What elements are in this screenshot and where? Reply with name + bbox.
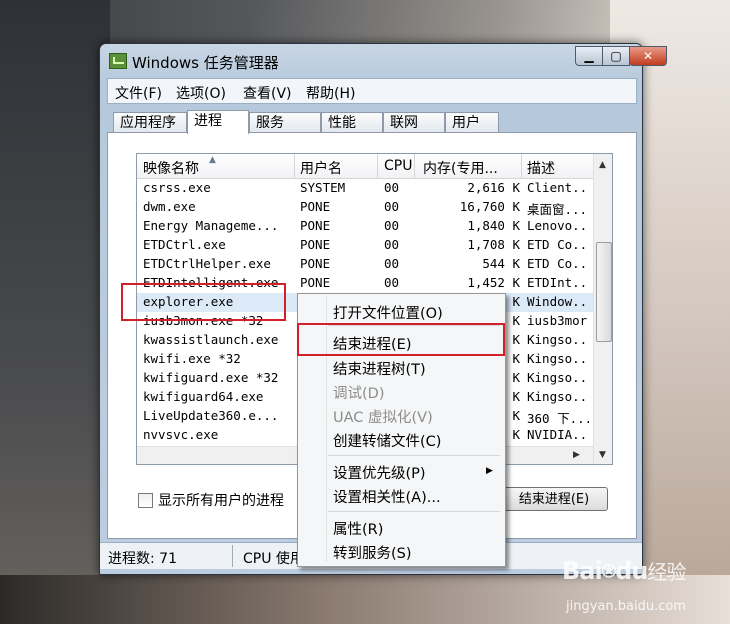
show-all-users-checkbox[interactable] <box>138 493 153 508</box>
process-name: kwassistlaunch.exe <box>143 332 279 347</box>
menu-go-to-service[interactable]: 转到服务(S) <box>333 542 412 563</box>
process-description: ETD Co... <box>527 237 589 252</box>
menu-uac-virtualization: UAC 虚拟化(V) <box>333 410 433 426</box>
menu-open-file-location[interactable]: 打开文件位置(O) <box>333 302 443 323</box>
tab-performance[interactable]: 性能 <box>321 112 383 132</box>
process-cpu: 00 <box>384 218 400 233</box>
tab-networking[interactable]: 联网 <box>383 112 445 132</box>
column-memory[interactable]: 内存(专用... <box>423 158 498 178</box>
process-description: Kingso... <box>527 389 589 404</box>
process-user: SYSTEM <box>300 180 346 195</box>
process-name: kwifi.exe *32 <box>143 351 241 366</box>
process-name: kwifiguard64.exe <box>143 389 264 404</box>
column-description[interactable]: 描述 <box>527 158 555 178</box>
process-description: iusb3mor <box>527 313 588 328</box>
background-left <box>0 0 110 624</box>
menu-help[interactable]: 帮助(H) <box>306 83 355 103</box>
tab-users[interactable]: 用户 <box>445 112 499 132</box>
process-cpu: 00 <box>384 199 400 214</box>
process-cpu: 00 <box>384 237 400 252</box>
process-memory: 1,452 K <box>467 275 520 290</box>
close-button[interactable]: ✕ <box>629 46 667 66</box>
menu-end-process-tree[interactable]: 结束进程树(T) <box>333 358 426 379</box>
process-name: csrss.exe <box>143 180 211 195</box>
scroll-up-icon[interactable]: ▲ <box>599 160 606 170</box>
baidu-watermark-logo: Bai⍟du经验 <box>562 557 686 585</box>
explorer-row-highlight <box>121 283 286 321</box>
table-row[interactable]: dwm.exe PONE 00 16,760 K 桌面窗... <box>137 198 593 217</box>
table-row[interactable]: csrss.exe SYSTEM 00 2,616 K Client... <box>137 179 593 198</box>
menu-bar: 文件(F) 选项(O) 查看(V) 帮助(H) <box>107 78 637 104</box>
process-cpu: 00 <box>384 180 400 195</box>
process-description: Window... <box>527 294 589 309</box>
scroll-down-icon[interactable]: ▼ <box>599 450 606 460</box>
process-description: Client... <box>527 180 589 195</box>
process-description: ETDInt... <box>527 275 589 290</box>
watermark-url: jingyan.baidu.com <box>566 599 686 614</box>
process-name: LiveUpdate360.e... <box>143 408 279 423</box>
process-name: nvvsvc.exe <box>143 427 219 442</box>
vertical-scrollbar[interactable]: ▲ ▼ <box>593 154 612 464</box>
title-bar[interactable]: Windows 任务管理器 ▁ ▢ ✕ <box>100 44 667 78</box>
table-row[interactable]: Energy Manageme... PONE 00 1,840 K Lenovo... <box>137 217 593 236</box>
table-row[interactable]: ETDCtrl.exe PONE 00 1,708 K ETD Co... <box>137 236 593 255</box>
process-memory: 2,616 K <box>467 180 520 195</box>
process-memory: 544 K <box>482 256 520 271</box>
process-description: ETD Co... <box>527 256 589 271</box>
process-name: dwm.exe <box>143 199 196 214</box>
process-user: PONE <box>300 275 331 290</box>
process-memory: 16,760 K <box>459 199 520 214</box>
menu-debug: 调试(D) <box>333 386 385 402</box>
process-description: Kingso... <box>527 332 589 347</box>
process-name: kwifiguard.exe *32 <box>143 370 279 385</box>
process-count: 进程数: 71 <box>108 551 177 567</box>
maximize-button[interactable]: ▢ <box>602 46 630 66</box>
scrollbar-thumb[interactable] <box>596 242 612 342</box>
process-cpu: 00 <box>384 256 400 271</box>
menu-view[interactable]: 查看(V) <box>243 83 292 103</box>
process-description: Kingso... <box>527 351 589 366</box>
sort-ascending-icon: ▲ <box>209 155 216 165</box>
menu-properties[interactable]: 属性(R) <box>333 518 383 539</box>
window-title: Windows 任务管理器 <box>132 54 279 72</box>
process-user: PONE <box>300 237 331 252</box>
process-user: PONE <box>300 218 331 233</box>
menu-options[interactable]: 选项(O) <box>176 83 226 103</box>
process-description: Kingso... <box>527 370 589 385</box>
menu-set-priority[interactable]: 设置优先级(P) <box>333 462 426 483</box>
process-name: ETDCtrl.exe <box>143 237 226 252</box>
process-description: 360 下... <box>527 411 589 426</box>
table-row[interactable]: ETDCtrlHelper.exe PONE 00 544 K ETD Co... <box>137 255 593 274</box>
end-process-button[interactable]: 结束进程(E) <box>500 487 608 511</box>
tab-processes[interactable]: 进程 <box>187 110 249 134</box>
menu-set-affinity[interactable]: 设置相关性(A)... <box>333 486 441 507</box>
scroll-right-icon[interactable]: ▶ <box>573 450 580 460</box>
process-name: Energy Manageme... <box>143 218 279 233</box>
process-name: ETDCtrlHelper.exe <box>143 256 271 271</box>
process-user: PONE <box>300 199 331 214</box>
column-cpu[interactable]: CPU <box>384 158 412 174</box>
process-memory: 1,708 K <box>467 237 520 252</box>
process-cpu: 00 <box>384 275 400 290</box>
menu-create-dump-file[interactable]: 创建转储文件(C) <box>333 430 441 451</box>
tab-services[interactable]: 服务 <box>249 112 321 132</box>
tab-applications[interactable]: 应用程序 <box>113 112 187 132</box>
task-manager-icon <box>109 53 127 69</box>
end-process-highlight <box>297 323 505 356</box>
process-memory: 1,840 K <box>467 218 520 233</box>
minimize-button[interactable]: ▁ <box>575 46 603 66</box>
column-user-name[interactable]: 用户名 <box>300 158 342 178</box>
process-user: PONE <box>300 256 331 271</box>
process-description: NVIDIA... <box>527 427 589 442</box>
column-image-name[interactable]: 映像名称 <box>143 158 199 178</box>
process-list-header: 映像名称 ▲ 用户名 CPU 内存(专用... 描述 <box>137 154 593 179</box>
process-description: 桌面窗... <box>527 202 588 217</box>
cpu-usage: CPU 使用 <box>243 551 304 567</box>
menu-file[interactable]: 文件(F) <box>115 83 162 103</box>
show-all-users-label: 显示所有用户的进程 <box>158 493 284 509</box>
submenu-arrow-icon: ▶ <box>486 466 493 476</box>
process-description: Lenovo... <box>527 218 589 233</box>
